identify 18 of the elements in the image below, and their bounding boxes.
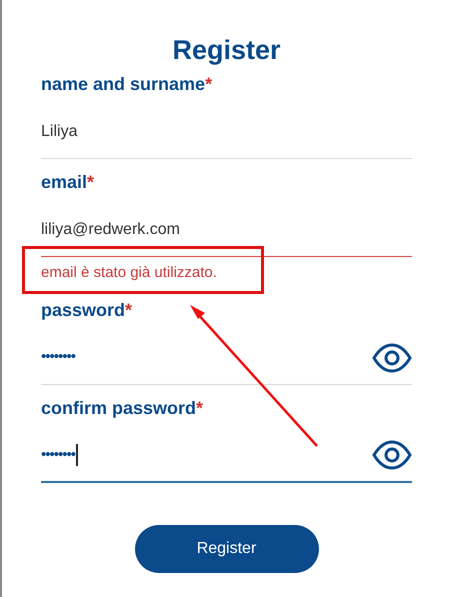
field-value: Liliya — [41, 122, 78, 142]
error-message: email è stato già utilizzato. — [41, 263, 218, 283]
field-value: liliya@redwerk.com — [41, 220, 180, 240]
field-label: password* — [41, 299, 134, 322]
field-label: name and surname* — [41, 73, 214, 96]
input-field[interactable]: Liliya — [41, 96, 412, 159]
field-label: email* — [41, 171, 96, 194]
input-field[interactable]: •••••••• — [41, 420, 412, 483]
eye-icon[interactable] — [372, 440, 412, 470]
input-field[interactable]: liliya@redwerk.com — [41, 194, 412, 257]
field-value: •••••••• — [41, 347, 76, 368]
field-label: confirm password* — [41, 397, 204, 420]
eye-icon[interactable] — [372, 342, 412, 372]
text-cursor — [76, 444, 78, 466]
field-value: •••••••• — [41, 444, 76, 465]
input-field[interactable]: •••••••• — [41, 322, 412, 385]
register-button[interactable]: Register — [134, 525, 318, 573]
page-title: Register — [172, 34, 281, 67]
